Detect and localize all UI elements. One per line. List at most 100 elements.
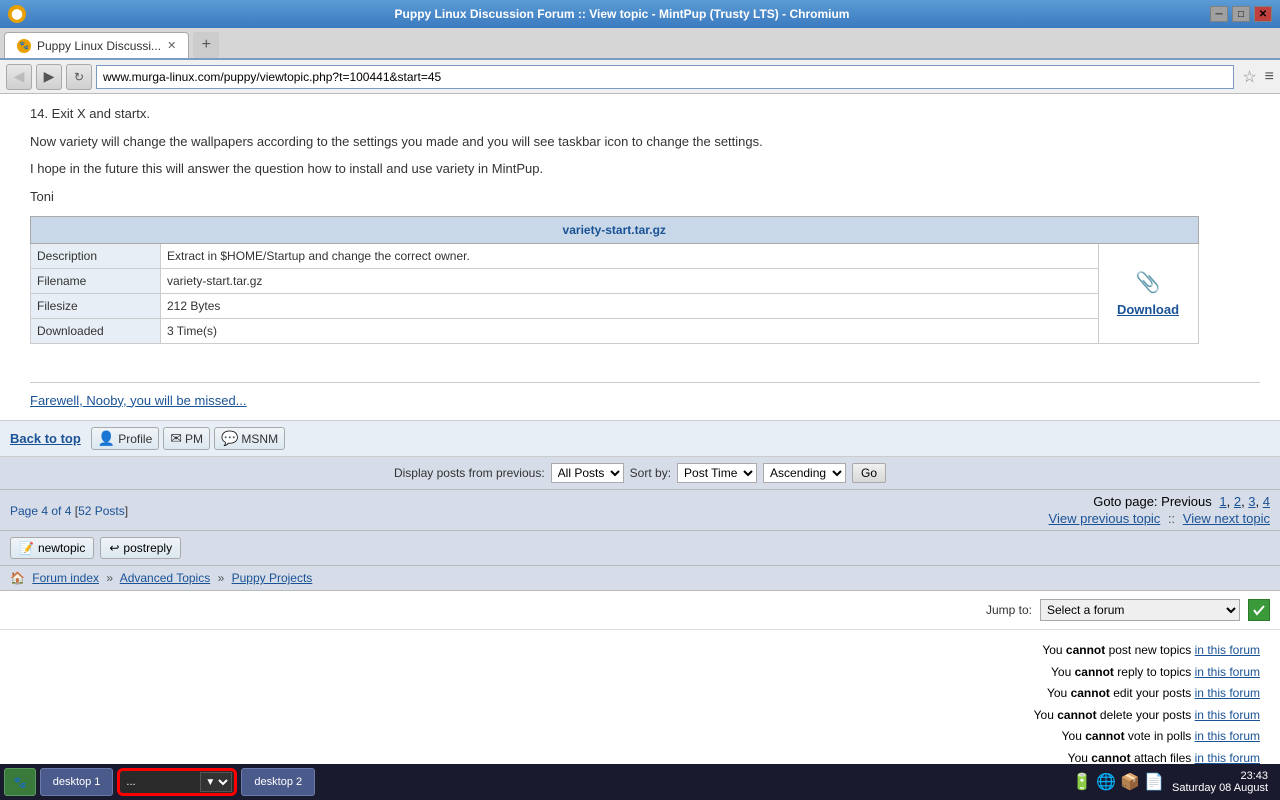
perm-line2: You cannot reply to topics in this forum <box>20 662 1260 684</box>
taskbar: 🐾 desktop 1 ... ▼ desktop 2 🔋 🌐 📦 📄 23:4… <box>0 764 1280 800</box>
download-button[interactable]: Download <box>1117 302 1179 317</box>
go-button[interactable]: Go <box>852 463 886 483</box>
profile-icon: 👤 <box>98 430 115 447</box>
msnm-icon: 💬 <box>221 430 238 447</box>
page3-link[interactable]: 3 <box>1248 494 1255 509</box>
minimize-button[interactable]: ─ <box>1210 6 1228 22</box>
checkmark-icon <box>1252 603 1266 617</box>
window-controls[interactable]: ─ □ ✕ <box>1210 6 1272 22</box>
downloaded-label: Downloaded <box>31 319 161 344</box>
desc-label: Description <box>31 244 161 269</box>
page-info: Page 4 of 4 [52 Posts] <box>10 504 128 518</box>
profile-button[interactable]: 👤 Profile <box>91 427 159 450</box>
browser-icon: ⬤ <box>8 5 26 23</box>
advanced-topics-link[interactable]: Advanced Topics <box>120 571 211 585</box>
jump-forum-row: Jump to: Select a forum <box>0 591 1280 630</box>
view-next-link[interactable]: View next topic <box>1183 511 1270 526</box>
post-reply-label: postreply <box>123 541 172 555</box>
download-label: ... <box>126 776 135 788</box>
page2-link[interactable]: 2 <box>1234 494 1241 509</box>
home-icon: 🏠 <box>10 571 25 585</box>
pm-button[interactable]: ✉ PM <box>163 427 210 450</box>
action-buttons-left: 📝 newtopic ↩ postreply <box>10 537 181 559</box>
reload-button[interactable]: ↻ <box>66 64 92 90</box>
order-select[interactable]: Ascending <box>763 463 846 483</box>
profile-label: Profile <box>118 432 152 446</box>
forum-link6[interactable]: in this forum <box>1195 751 1260 764</box>
author-text: Toni <box>30 187 1260 207</box>
start-button[interactable]: 🐾 <box>4 768 36 796</box>
time-display: 23:43 <box>1172 770 1268 782</box>
bookmark-icon[interactable]: ☆ <box>1242 67 1256 87</box>
view-prev-link[interactable]: View previous topic <box>1049 511 1161 526</box>
desc-value: Extract in $HOME/Startup and change the … <box>161 244 1099 269</box>
msnm-label: MSNM <box>241 432 278 446</box>
page1-link[interactable]: 1 <box>1219 494 1226 509</box>
address-bar: ◀ ▶ ↻ ☆ ≡ <box>0 60 1280 94</box>
new-tab-button[interactable]: + <box>193 32 219 58</box>
prev-page-link[interactable]: Previous <box>1161 494 1212 509</box>
step14-text: 14. Exit X and startx. <box>30 104 1260 124</box>
taskbar-right: 🔋 🌐 📦 📄 23:43 Saturday 08 August <box>1072 770 1276 794</box>
download-status-area[interactable]: ... ▼ <box>117 768 237 796</box>
forum-link5[interactable]: in this forum <box>1195 729 1260 743</box>
page4-link[interactable]: 4 <box>1263 494 1270 509</box>
view-links: View previous topic :: View next topic <box>1049 511 1270 526</box>
puppy-projects-link[interactable]: Puppy Projects <box>232 571 313 585</box>
action-buttons-row: 📝 newtopic ↩ postreply <box>0 531 1280 566</box>
forum-index-link[interactable]: Forum index <box>32 571 99 585</box>
start-icon: 🐾 <box>13 776 27 789</box>
jump-go-button[interactable] <box>1248 599 1270 621</box>
desktop1-button[interactable]: desktop 1 <box>40 768 114 796</box>
goto-page: Goto page: Previous 1, 2, 3, 4 <box>1093 494 1270 509</box>
maximize-button[interactable]: □ <box>1232 6 1250 22</box>
pagination-bar: Display posts from previous: All Posts S… <box>0 457 1280 490</box>
para1-text: Now variety will change the wallpapers a… <box>30 132 1260 152</box>
clock: 23:43 Saturday 08 August <box>1172 770 1268 794</box>
window-title: Puppy Linux Discussion Forum :: View top… <box>34 7 1210 21</box>
desktop2-button[interactable]: desktop 2 <box>241 768 315 796</box>
sort-by-label: Sort by: <box>630 466 671 480</box>
network-icon: 🌐 <box>1096 772 1116 792</box>
close-button[interactable]: ✕ <box>1254 6 1272 22</box>
jump-label: Jump to: <box>986 603 1032 617</box>
filesize-value: 212 Bytes <box>161 294 1099 319</box>
perm-line5: You cannot vote in polls in this forum <box>20 726 1260 748</box>
perm-line1: You cannot post new topics in this forum <box>20 640 1260 662</box>
download-cell: 📎 Download <box>1098 244 1198 344</box>
page-number: Page 4 of 4 <box>10 504 71 518</box>
sort-by-select[interactable]: Post Time <box>677 463 757 483</box>
msnm-button[interactable]: 💬 MSNM <box>214 427 285 450</box>
back-to-top-link[interactable]: Back to top <box>10 431 81 446</box>
tab-bar: 🐾 Puppy Linux Discussi... ✕ + <box>0 28 1280 60</box>
back-button[interactable]: ◀ <box>6 64 32 90</box>
forum-link1[interactable]: in this forum <box>1195 643 1260 657</box>
farewell-link[interactable]: Farewell, Nooby, you will be missed... <box>30 393 247 408</box>
forum-link2[interactable]: in this forum <box>1195 665 1260 679</box>
download-dropdown[interactable]: ▼ <box>200 772 232 792</box>
attachment-title: variety-start.tar.gz <box>31 217 1199 244</box>
tab-label: Puppy Linux Discussi... <box>37 39 161 53</box>
desktop2-label: desktop 2 <box>254 776 302 788</box>
post-reply-button[interactable]: ↩ postreply <box>100 537 181 559</box>
menu-icon[interactable]: ≡ <box>1265 68 1274 86</box>
url-input[interactable] <box>96 65 1234 89</box>
system-icons: 🔋 🌐 📦 📄 <box>1072 772 1164 792</box>
tab-close-icon[interactable]: ✕ <box>167 39 176 52</box>
forum-link4[interactable]: in this forum <box>1195 708 1260 722</box>
posts-filter-select[interactable]: All Posts <box>551 463 624 483</box>
new-topic-button[interactable]: 📝 newtopic <box>10 537 94 559</box>
cannot4: cannot <box>1057 708 1096 722</box>
jump-select[interactable]: Select a forum <box>1040 599 1240 621</box>
post-footer: Back to top 👤 Profile ✉ PM 💬 MSNM <box>0 420 1280 457</box>
breadcrumb-sep2: » <box>218 571 225 585</box>
title-bar: ⬤ Puppy Linux Discussion Forum :: View t… <box>0 0 1280 28</box>
new-topic-icon: 📝 <box>19 541 34 555</box>
forward-button[interactable]: ▶ <box>36 64 62 90</box>
battery-icon: 🔋 <box>1072 772 1092 792</box>
active-tab[interactable]: 🐾 Puppy Linux Discussi... ✕ <box>4 32 189 58</box>
forum-link3[interactable]: in this forum <box>1195 686 1260 700</box>
cannot5: cannot <box>1085 729 1124 743</box>
tab-favicon: 🐾 <box>17 39 31 53</box>
permissions-area: You cannot post new topics in this forum… <box>0 630 1280 764</box>
